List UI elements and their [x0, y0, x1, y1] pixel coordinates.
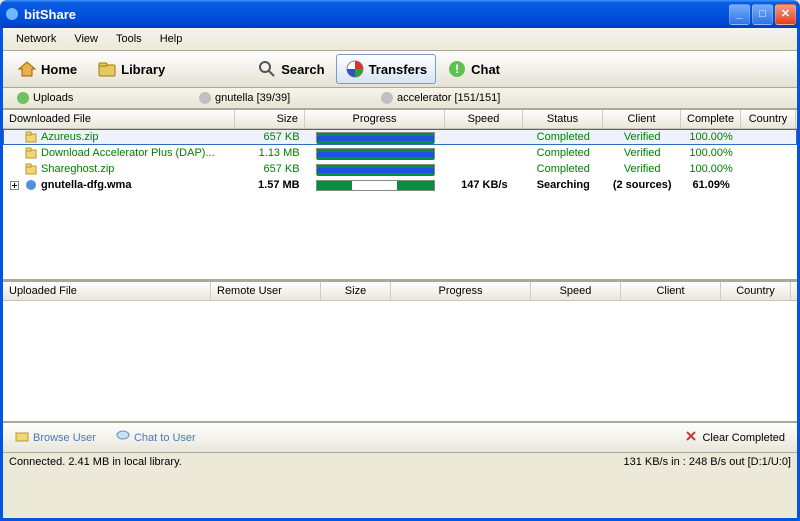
cell-progress — [306, 131, 446, 144]
col-upclient[interactable]: Client — [621, 282, 721, 300]
library-button[interactable]: Library — [88, 54, 174, 84]
cell-status: Completed — [523, 130, 603, 144]
browse-user-button[interactable]: Browse User — [11, 427, 100, 448]
col-file[interactable]: Downloaded File — [3, 110, 235, 128]
cell-client: Verified — [603, 130, 681, 144]
menu-help[interactable]: Help — [153, 30, 190, 48]
col-upcountry[interactable]: Country — [721, 282, 791, 300]
cell-speed: 147 KB/s — [445, 178, 523, 192]
upload-icon — [17, 92, 29, 104]
col-country[interactable]: Country — [741, 110, 796, 128]
app-icon — [4, 6, 20, 22]
col-upsize[interactable]: Size — [321, 282, 391, 300]
window-title: bitShare — [24, 7, 729, 22]
cell-client: (2 sources) — [603, 178, 681, 192]
filter-bar: Uploads gnutella [39/39] accelerator [15… — [3, 88, 797, 109]
cell-speed — [445, 152, 523, 154]
downloads-table: Downloaded File Size Progress Speed Stat… — [3, 109, 797, 280]
search-button[interactable]: Search — [248, 54, 333, 84]
cell-speed — [445, 168, 523, 170]
library-icon — [97, 59, 117, 79]
status-right: 131 KB/s in : 248 B/s out [D:1/U:0] — [623, 456, 791, 468]
cell-client: Verified — [603, 162, 681, 176]
cell-size: 1.13 MB — [236, 146, 306, 160]
col-speed[interactable]: Speed — [445, 110, 523, 128]
col-status[interactable]: Status — [523, 110, 603, 128]
table-row[interactable]: gnutella-dfg.wma1.57 MB 147 KB/sSearching… — [3, 177, 797, 193]
filter-uploads[interactable]: Uploads — [9, 90, 189, 106]
table-row[interactable]: Azureus.zip657 KB CompletedVerified100.00… — [3, 129, 797, 145]
cell-size: 1.57 MB — [236, 178, 306, 192]
network-icon — [199, 92, 211, 104]
maximize-button[interactable]: □ — [752, 4, 773, 25]
home-icon — [17, 59, 37, 79]
cell-file: Shareghost.zip — [4, 161, 236, 177]
cell-country — [741, 184, 796, 186]
cell-client: Verified — [603, 146, 681, 160]
uploads-body — [3, 301, 797, 421]
cell-speed — [445, 136, 523, 138]
table-row[interactable]: Shareghost.zip657 KB CompletedVerified100… — [3, 161, 797, 177]
downloads-body: Azureus.zip657 KBCompletedVerified100.00… — [3, 129, 797, 279]
filter-accelerator[interactable]: accelerator [151/151] — [373, 90, 553, 106]
table-row[interactable]: Download Accelerator Plus (DAP)...1.13 M… — [3, 145, 797, 161]
menu-view[interactable]: View — [67, 30, 105, 48]
chat-to-user-button[interactable]: Chat to User — [112, 427, 200, 448]
search-icon — [257, 59, 277, 79]
cell-progress — [306, 147, 446, 160]
cell-status: Searching — [523, 178, 603, 192]
cell-size: 657 KB — [236, 130, 306, 144]
cell-country — [741, 168, 796, 170]
network-icon — [381, 92, 393, 104]
col-upprog[interactable]: Progress — [391, 282, 531, 300]
cell-complete: 100.00% — [681, 130, 741, 144]
titlebar: bitShare _ □ ✕ — [0, 0, 800, 28]
cell-progress — [306, 163, 446, 176]
col-size[interactable]: Size — [235, 110, 305, 128]
chat-icon: ! — [447, 59, 467, 79]
toolbar: Home Library Search Transfers ! Chat — [3, 51, 797, 88]
cell-country — [741, 152, 796, 154]
cell-file: gnutella-dfg.wma — [4, 177, 236, 193]
cell-complete: 61.09% — [681, 178, 741, 192]
cell-status: Completed — [523, 146, 603, 160]
cell-status: Completed — [523, 162, 603, 176]
cell-complete: 100.00% — [681, 146, 741, 160]
home-button[interactable]: Home — [8, 54, 86, 84]
col-upfile[interactable]: Uploaded File — [3, 282, 211, 300]
chat-button[interactable]: ! Chat — [438, 54, 509, 84]
status-left: Connected. 2.41 MB in local library. — [9, 456, 623, 468]
clear-completed-button[interactable]: Clear Completed — [680, 427, 789, 448]
bottom-toolbar: Browse User Chat to User Clear Completed — [3, 422, 797, 452]
uploads-table: Uploaded File Remote User Size Progress … — [3, 280, 797, 422]
clear-icon — [684, 429, 698, 446]
chat-small-icon — [116, 429, 130, 446]
cell-progress — [306, 179, 446, 192]
cell-size: 657 KB — [236, 162, 306, 176]
transfers-button[interactable]: Transfers — [336, 54, 437, 84]
cell-complete: 100.00% — [681, 162, 741, 176]
cell-file: Download Accelerator Plus (DAP)... — [4, 145, 236, 161]
folder-icon — [15, 429, 29, 446]
menu-network[interactable]: Network — [9, 30, 63, 48]
close-button[interactable]: ✕ — [775, 4, 796, 25]
col-upspeed[interactable]: Speed — [531, 282, 621, 300]
svg-text:!: ! — [455, 62, 459, 76]
col-client[interactable]: Client — [603, 110, 681, 128]
transfers-icon — [345, 59, 365, 79]
status-bar: Connected. 2.41 MB in local library. 131… — [3, 452, 797, 471]
col-complete[interactable]: Complete — [681, 110, 741, 128]
filter-gnutella[interactable]: gnutella [39/39] — [191, 90, 371, 106]
menu-tools[interactable]: Tools — [109, 30, 149, 48]
minimize-button[interactable]: _ — [729, 4, 750, 25]
col-user[interactable]: Remote User — [211, 282, 321, 300]
col-progress[interactable]: Progress — [305, 110, 445, 128]
cell-country — [741, 136, 796, 138]
cell-file: Azureus.zip — [4, 129, 236, 145]
menubar: Network View Tools Help — [3, 28, 797, 51]
